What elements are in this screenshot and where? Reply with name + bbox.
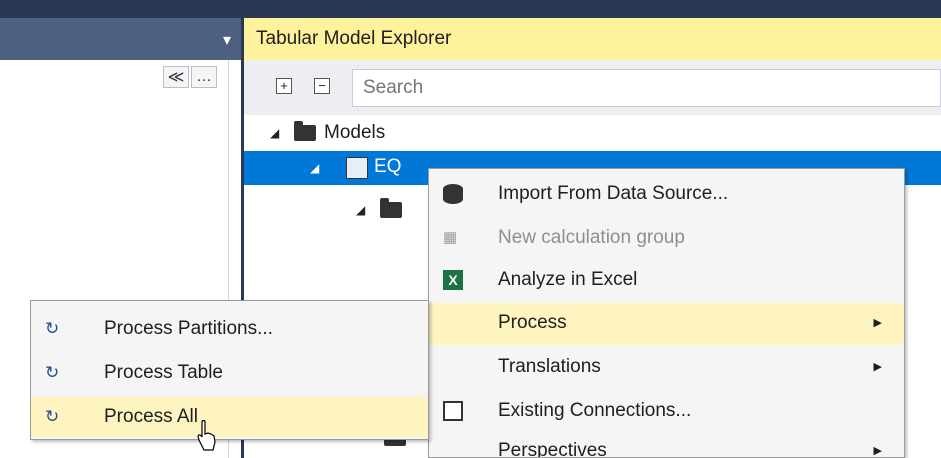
menu-item-label: Analyze in Excel (498, 269, 638, 290)
search-box[interactable] (352, 69, 941, 107)
process-all-icon: ↻ (45, 407, 60, 426)
title-strip (0, 0, 941, 18)
calculation-group-icon: ▦ (443, 229, 458, 246)
submenu-arrow-icon: ▶ (873, 445, 882, 457)
process-icon: ↻ (45, 319, 60, 338)
submenu-arrow-icon: ▶ (873, 361, 882, 373)
process-submenu: ↻ Process Partitions... ↻ Process Table … (30, 300, 429, 440)
connections-icon (443, 401, 463, 421)
tree-item-child[interactable]: ◢ (356, 195, 410, 225)
expand-triangle-icon[interactable]: ◢ (310, 161, 334, 175)
menu-item-analyze-in-excel[interactable]: X Analyze in Excel (429, 260, 904, 302)
expand-triangle-icon[interactable]: ◢ (270, 126, 294, 140)
search-input[interactable] (353, 70, 940, 106)
menu-item-label: Import From Data Source... (498, 183, 729, 204)
mouse-cursor-icon (197, 420, 216, 451)
collapse-panel-icon[interactable]: ≪ (163, 66, 189, 88)
expand-triangle-icon[interactable]: ◢ (356, 203, 380, 217)
submenu-item-process-partitions[interactable]: ↻ Process Partitions... (31, 309, 428, 349)
more-options-icon[interactable]: … (191, 66, 217, 88)
collapse-all-button[interactable]: − (314, 78, 330, 94)
menu-item-translations[interactable]: Translations ▶ (429, 347, 904, 389)
excel-icon: X (443, 270, 463, 290)
submenu-arrow-icon: ▶ (873, 317, 882, 329)
model-icon (346, 157, 368, 179)
folder-icon (294, 121, 316, 141)
menu-item-label: Translations (498, 356, 601, 377)
submenu-item-process-all[interactable]: ↻ Process All (31, 397, 428, 437)
menu-item-process[interactable]: Process ▶ (429, 303, 904, 345)
menu-item-new-calculation-group: ▦ New calculation group (429, 218, 904, 260)
menu-item-label: Process (498, 312, 567, 333)
menu-item-label: Perspectives (498, 440, 607, 458)
menu-item-import-from-data-source[interactable]: Import From Data Source... (429, 174, 904, 216)
explorer-header: Tabular Model Explorer (244, 18, 941, 60)
process-icon: ↻ (45, 363, 60, 382)
submenu-item-process-table[interactable]: ↻ Process Table (31, 353, 428, 393)
menu-item-perspectives[interactable]: Perspectives ▶ (429, 431, 904, 458)
menu-item-existing-connections[interactable]: Existing Connections... (429, 391, 904, 433)
panel-dropdown-icon[interactable]: ▾ (223, 30, 231, 50)
tree-item-label: Models (324, 122, 386, 143)
folder-icon (380, 198, 402, 218)
database-icon (443, 184, 463, 204)
tree-item-models[interactable]: ◢ Models (270, 118, 385, 148)
explorer-title: Tabular Model Explorer (256, 28, 452, 49)
expand-all-button[interactable]: + (276, 78, 292, 94)
tree-item-label: EQ (374, 156, 402, 177)
context-menu: Import From Data Source... ▦ New calcula… (428, 168, 905, 458)
submenu-item-label: Process Table (104, 362, 223, 383)
left-panel-header: ▾ (0, 18, 241, 60)
menu-item-label: Existing Connections... (498, 400, 692, 421)
menu-item-label: New calculation group (498, 227, 685, 248)
submenu-item-label: Process All (104, 406, 198, 427)
submenu-item-label: Process Partitions... (104, 318, 273, 339)
